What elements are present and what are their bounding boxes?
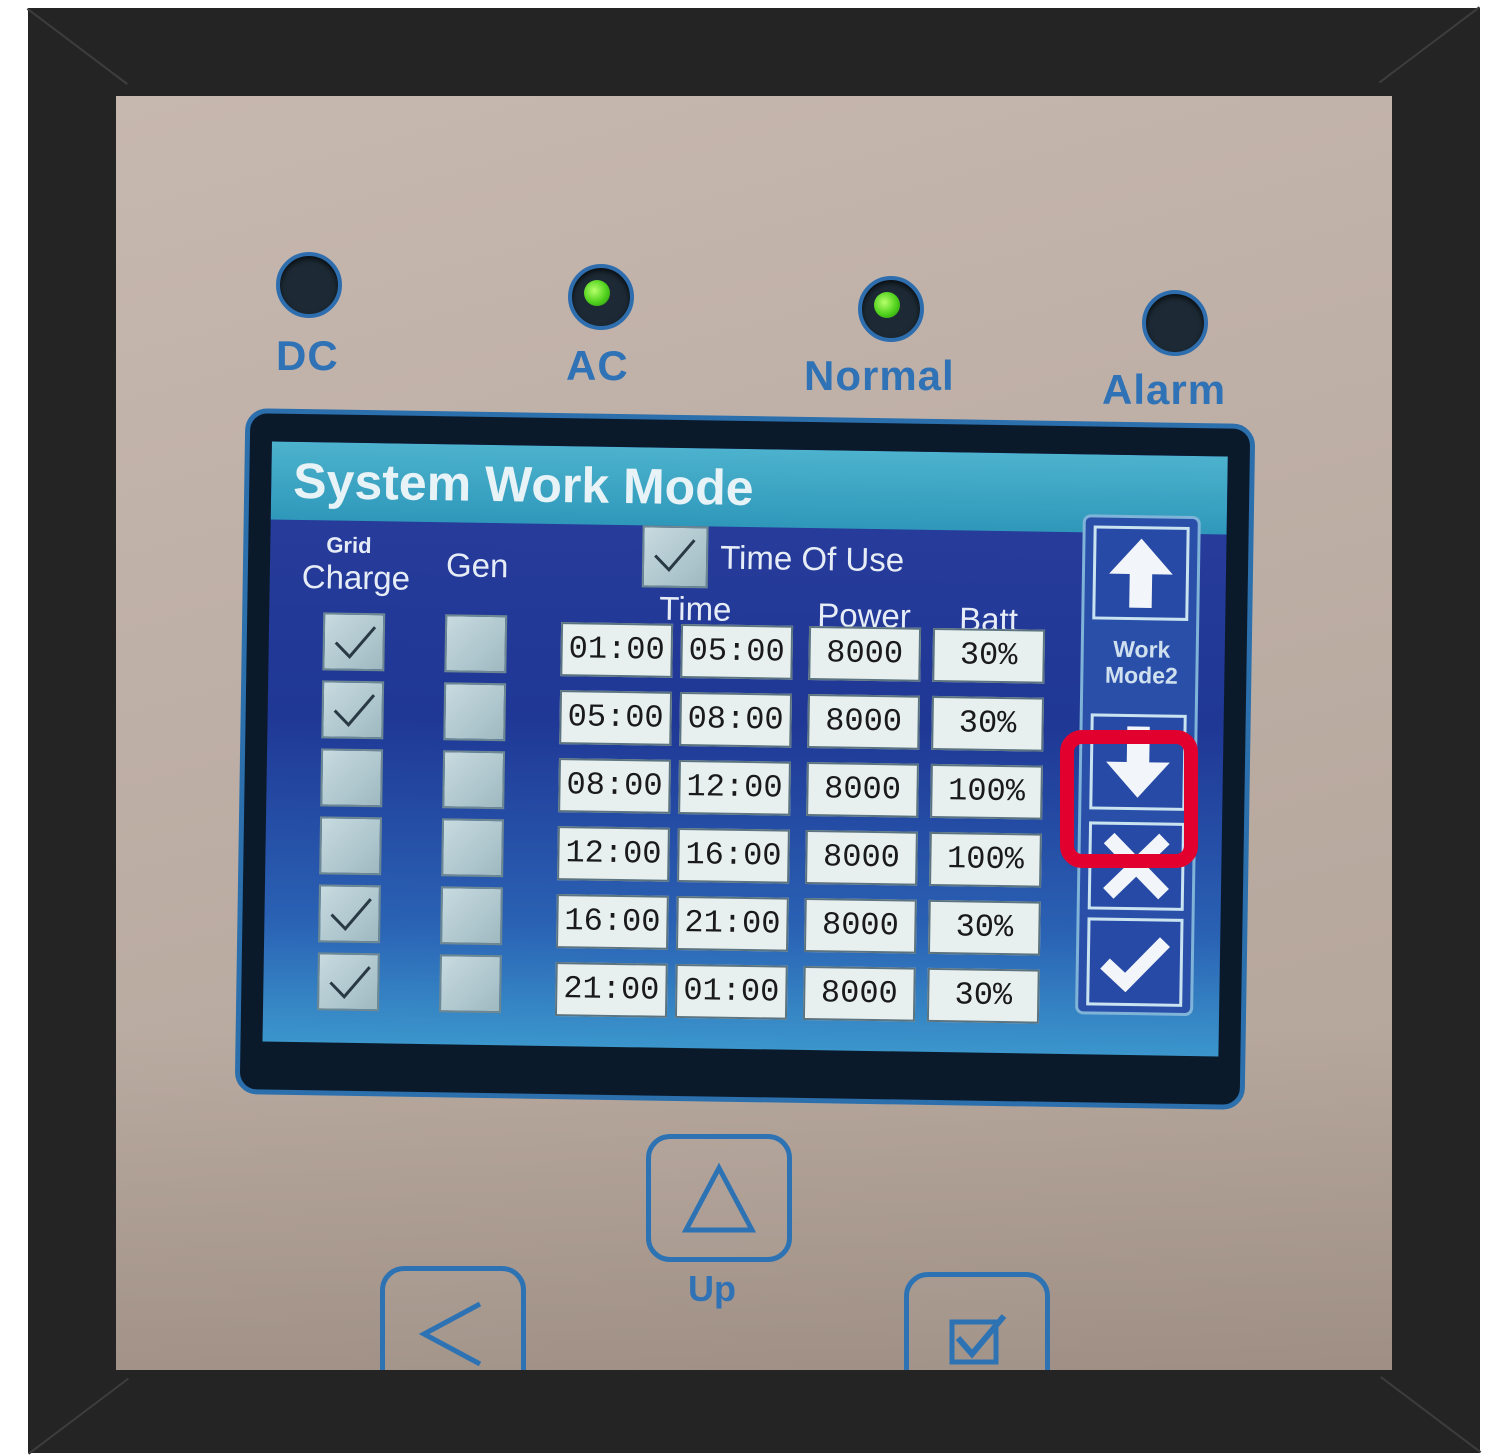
check-icon <box>329 966 371 999</box>
charge-header: Charge <box>301 558 411 597</box>
end-time-row4[interactable]: 16:00 <box>677 827 790 884</box>
power-row5[interactable]: 8000 <box>803 897 917 954</box>
batt-row1[interactable]: 30% <box>932 627 1046 684</box>
end-time-row5[interactable]: 21:00 <box>675 895 789 952</box>
power-row6[interactable]: 8000 <box>802 965 916 1022</box>
up-key[interactable] <box>646 1134 792 1262</box>
arrow-up-icon <box>1109 538 1173 609</box>
work-mode-line2: Mode2 <box>1104 661 1178 689</box>
grid-charge-checkbox-row5[interactable] <box>318 884 381 944</box>
end-time-row3[interactable]: 12:00 <box>678 759 791 816</box>
dc-label: DC <box>276 332 339 379</box>
ac-led <box>568 264 634 330</box>
frame-bottom-edge <box>28 1370 1480 1453</box>
grid-charge-checkbox-row2[interactable] <box>321 680 385 740</box>
frame-right-edge <box>1392 8 1480 1453</box>
gen-checkbox-row4[interactable] <box>441 818 505 878</box>
gen-checkbox-row2[interactable] <box>443 682 507 742</box>
grid-charge-checkbox-row4[interactable] <box>319 816 383 876</box>
scroll-up-button[interactable] <box>1092 525 1190 621</box>
highlight-box <box>1060 730 1198 868</box>
batt-row5[interactable]: 30% <box>927 899 1041 956</box>
time-of-use-label: Time Of Use <box>719 538 905 579</box>
grid-charge-checkbox-row1[interactable] <box>322 612 386 672</box>
gen-checkbox-row6[interactable] <box>438 954 502 1014</box>
gen-checkbox-row3[interactable] <box>442 750 506 810</box>
normal-led <box>858 276 924 342</box>
power-row1[interactable]: 8000 <box>808 625 922 682</box>
check-icon <box>334 626 377 659</box>
start-time-row1[interactable]: 01:00 <box>560 622 674 678</box>
alarm-label: Alarm <box>1102 366 1227 413</box>
normal-label: Normal <box>804 352 955 399</box>
check-icon <box>330 898 372 931</box>
batt-row2[interactable]: 30% <box>931 695 1044 752</box>
work-mode-line1: Work <box>1113 635 1171 663</box>
batt-row4[interactable]: 100% <box>929 831 1042 888</box>
start-time-row6[interactable]: 21:00 <box>554 962 668 1018</box>
gen-header: Gen <box>445 546 509 585</box>
grid-charge-checkbox-row6[interactable] <box>316 952 380 1012</box>
start-time-row5[interactable]: 16:00 <box>556 894 669 950</box>
ac-label: AC <box>566 342 629 389</box>
grid-charge-checkbox-row3[interactable] <box>320 748 384 808</box>
confirm-button[interactable] <box>1086 917 1184 1007</box>
triangle-up-icon <box>681 1162 757 1233</box>
checkmark-icon <box>1100 937 1170 993</box>
batt-row6[interactable]: 30% <box>926 967 1040 1024</box>
up-key-label: Up <box>688 1268 736 1309</box>
check-icon <box>654 539 696 573</box>
work-mode-label: Work Mode2 <box>1089 635 1194 689</box>
start-time-row2[interactable]: 05:00 <box>559 690 673 746</box>
time-of-use-checkbox[interactable] <box>641 525 709 589</box>
grid-header: Grid <box>326 532 372 559</box>
end-time-row1[interactable]: 05:00 <box>680 623 794 680</box>
batt-row3[interactable]: 100% <box>930 763 1043 820</box>
start-time-row3[interactable]: 08:00 <box>558 758 671 814</box>
gen-checkbox-row5[interactable] <box>440 886 503 946</box>
power-row4[interactable]: 8000 <box>805 829 918 886</box>
end-time-row6[interactable]: 01:00 <box>674 963 788 1020</box>
check-icon <box>333 694 376 727</box>
frame-left-edge <box>28 8 116 1453</box>
power-row2[interactable]: 8000 <box>807 693 921 750</box>
power-row3[interactable]: 8000 <box>806 761 919 818</box>
end-time-row2[interactable]: 08:00 <box>679 691 793 748</box>
gen-checkbox-row1[interactable] <box>444 614 508 674</box>
start-time-row4[interactable]: 12:00 <box>557 826 670 882</box>
dc-led <box>276 252 342 318</box>
alarm-led <box>1142 290 1208 356</box>
